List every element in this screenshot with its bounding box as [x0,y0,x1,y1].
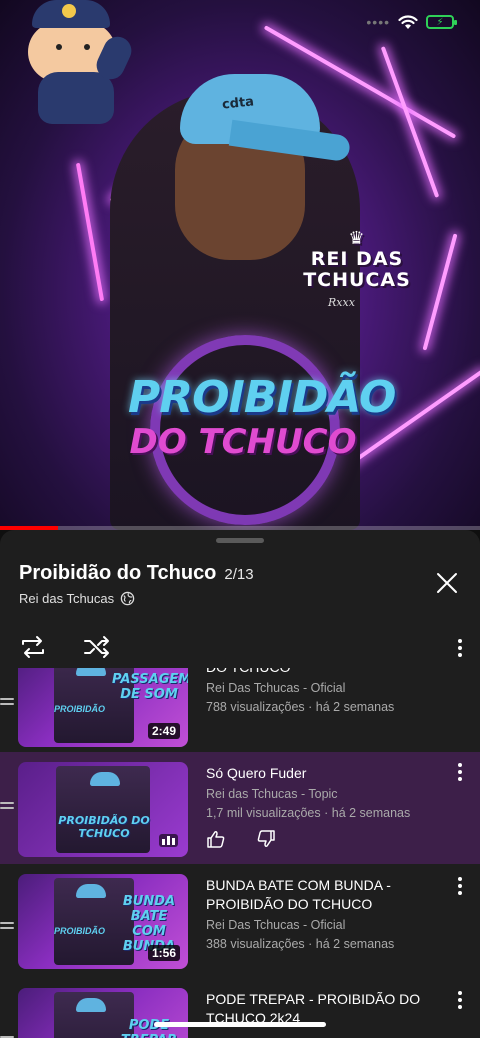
like-icon[interactable] [206,830,226,848]
item-title: Só Quero Fuder [206,765,307,781]
brand-text: REI DAS TCHUCAS [303,248,411,291]
now-playing-icon [159,834,178,847]
police-bear-sticker [22,0,136,130]
status-bar: •••• ⚡ [366,14,457,30]
bear-eye [84,44,90,50]
playlist-panel: Proibidão do Tchuco 2/13 Rei das Tchucas… [0,530,480,1038]
drag-handle-icon[interactable] [0,802,14,812]
bear-eye [56,44,62,50]
close-icon[interactable] [432,568,462,598]
globe-icon [120,591,135,606]
playlist-channel: Rei das Tchucas [19,591,115,606]
video-thumbnail: BUNDA BATE COM BUNDA PROIBIDÃO 1:56 [18,874,188,969]
playlist-channel-row[interactable]: Rei das Tchucas [19,591,135,606]
album-title-line2: DO TCHUCO [129,422,357,462]
video-thumbnail: PODE TREPAR [18,988,188,1038]
video-thumbnail: PASSAGEM DE SOM PROIBIDÃO 2:49 [18,668,188,747]
dislike-icon[interactable] [256,830,276,848]
hat-badge [62,4,76,18]
item-meta: BUNDA BATE COM BUNDA - PROIBIDÃO DO TCHU… [206,876,446,951]
item-meta: Só Quero Fuder Rei das Tchucas - Topic 1… [206,764,446,820]
playlist-position: 2/13 [224,566,254,583]
drag-handle-icon[interactable] [0,698,14,708]
signal-dots-icon: •••• [366,14,390,30]
thumbnail-text: PODE TREPAR [121,1018,177,1038]
list-item[interactable]: BUNDA BATE COM BUNDA PROIBIDÃO 1:56 BUND… [0,874,480,978]
album-title: PROIBIDÃO DO TCHUCO [128,372,396,463]
thumbnail-subtext: PROIBIDÃO [54,704,106,714]
battery-charging-icon: ⚡ [426,15,457,29]
item-channel: Rei Das Tchucas - Oficial [206,918,346,932]
playlist-header: Proibidão do Tchuco 2/13 [19,562,254,585]
list-item[interactable]: PASSAGEM DE SOM PROIBIDÃO 2:49 DO TCHUCO… [0,668,480,747]
drag-handle-icon[interactable] [0,922,14,932]
wifi-icon [398,14,418,29]
list-item[interactable]: PODE TREPAR PODE TREPAR - PROIBIDÃO DO T… [0,988,480,1038]
neon-light [75,162,105,302]
duration-badge: 1:56 [147,945,180,961]
bear-body [38,72,114,124]
item-stats: 388 visualizações · há 2 semanas [206,937,395,951]
item-title: BUNDA BATE COM BUNDA - PROIBIDÃO DO TCHU… [206,877,391,912]
signature: Rxxx [328,296,355,309]
brand-logo: ♛ REI DAS TCHUCAS [292,228,422,291]
video-thumbnail: PROIBIDÃO DO TCHUCO [18,762,188,857]
item-channel: Rei Das Tchucas - Oficial [206,681,346,695]
item-stats: 788 visualizações · há 2 semanas [206,700,395,714]
crown-icon: ♛ [348,228,366,249]
item-meta: DO TCHUCO Rei Das Tchucas - Oficial 788 … [206,668,446,714]
thumbnail-text: PROIBIDÃO DO TCHUCO [58,814,150,840]
more-options-icon[interactable] [450,636,470,660]
home-indicator[interactable] [154,1022,326,1027]
shuffle-icon[interactable] [82,632,112,662]
duration-badge: 2:49 [147,723,180,739]
neon-light [422,233,458,351]
item-stats: 1,7 mil visualizações · há 2 semanas [206,806,411,820]
more-options-icon[interactable] [450,874,470,898]
like-dislike-row [206,830,276,848]
item-title: DO TCHUCO [206,668,446,677]
item-channel: Rei das Tchucas - Topic [206,787,338,801]
loop-icon[interactable] [18,632,48,662]
thumbnail-text: PASSAGEM DE SOM [112,672,188,702]
playlist-title: Proibidão do Tchuco [19,562,217,584]
list-item-active[interactable]: PROIBIDÃO DO TCHUCO Só Quero Fuder Rei d… [0,752,480,864]
sheet-grabber[interactable] [216,538,264,543]
more-options-icon[interactable] [450,988,470,1012]
thumbnail-subtext: PROIBIDÃO [54,926,106,936]
album-title-line1: PROIBIDÃO [128,372,396,423]
more-options-icon[interactable] [450,760,470,784]
playlist-items: PASSAGEM DE SOM PROIBIDÃO 2:49 DO TCHUCO… [0,668,480,1038]
